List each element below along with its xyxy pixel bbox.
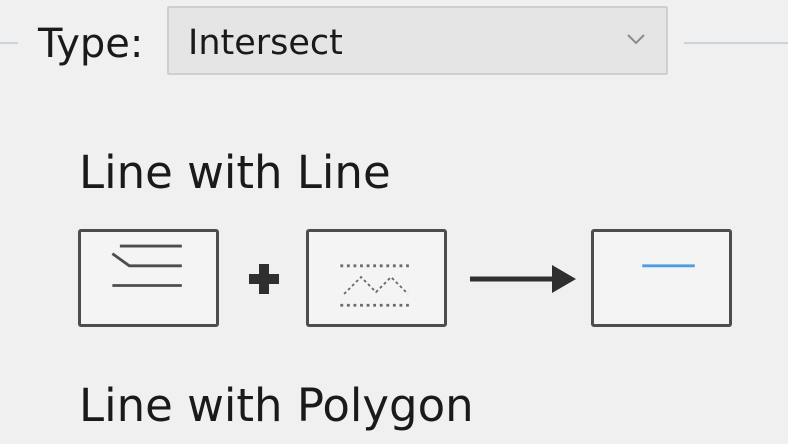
type-dropdown-value: Intersect: [188, 23, 343, 63]
lines-icon: [111, 244, 182, 287]
section-title-line-with-polygon: Line with Polygon: [79, 379, 474, 432]
input-lines-box: [78, 229, 219, 327]
dashed-lines-icon: [340, 264, 410, 307]
result-line-icon: [642, 264, 695, 268]
plus-icon: [249, 264, 279, 294]
group-frame-line-left: [0, 42, 18, 44]
right-arrow-icon: [470, 265, 576, 293]
type-dropdown[interactable]: Intersect: [167, 6, 668, 75]
group-frame-line-right: [684, 42, 788, 44]
section-title-line-with-line: Line with Line: [79, 146, 391, 199]
chevron-down-icon: [627, 34, 645, 45]
input-dashed-lines-box: [306, 229, 447, 327]
type-label: Type:: [38, 21, 144, 67]
result-line-box: [591, 229, 732, 327]
